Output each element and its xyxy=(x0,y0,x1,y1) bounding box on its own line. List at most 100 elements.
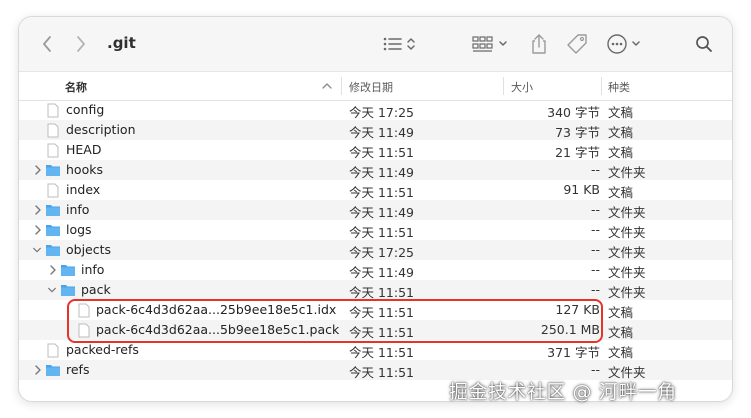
document-icon xyxy=(47,183,59,198)
folder-name: logs xyxy=(66,222,92,237)
list-view-icon xyxy=(383,37,415,51)
file-kind: 文件夹 xyxy=(608,225,646,240)
folder-row[interactable]: info 今天 11:49 -- 文件夹 xyxy=(19,200,732,220)
file-row[interactable]: HEAD 今天 11:51 21 字节 文稿 xyxy=(19,140,732,160)
share-icon xyxy=(532,34,546,54)
column-header-name[interactable]: 名称 xyxy=(65,79,87,95)
file-date: 今天 11:49 xyxy=(349,165,414,180)
watermark: 掘金技术社区 @ 河畔一角 xyxy=(449,381,677,403)
folder-name: info xyxy=(66,202,90,217)
file-row[interactable]: index 今天 11:51 91 KB 文稿 xyxy=(19,180,732,200)
file-size: -- xyxy=(590,242,600,257)
share-button[interactable] xyxy=(527,17,551,71)
column-divider[interactable] xyxy=(341,77,342,95)
folder-icon xyxy=(46,165,60,176)
folder-icon xyxy=(46,225,60,236)
file-size: -- xyxy=(590,282,600,297)
file-date: 今天 11:49 xyxy=(349,125,414,140)
toolbar: .git xyxy=(19,17,732,71)
tag-icon xyxy=(567,34,587,54)
file-size: -- xyxy=(590,262,600,277)
sort-ascending-icon xyxy=(322,83,332,89)
folder-name: refs xyxy=(66,362,90,377)
file-kind: 文稿 xyxy=(608,185,634,200)
folder-icon xyxy=(61,265,75,276)
window-title: .git xyxy=(107,34,136,52)
file-size: 73 字节 xyxy=(555,125,600,140)
file-kind: 文稿 xyxy=(608,345,634,360)
more-actions-button[interactable] xyxy=(605,17,647,71)
file-date: 今天 11:49 xyxy=(349,265,414,280)
forward-button[interactable] xyxy=(67,17,95,71)
file-kind: 文稿 xyxy=(608,145,634,160)
file-date: 今天 11:51 xyxy=(349,185,414,200)
document-icon xyxy=(47,343,59,358)
file-kind: 文件夹 xyxy=(608,165,646,180)
disclosure-right-icon[interactable] xyxy=(48,263,58,277)
group-button[interactable] xyxy=(471,17,513,71)
file-kind: 文稿 xyxy=(608,305,634,320)
file-date: 今天 11:51 xyxy=(349,225,414,240)
folder-name: info xyxy=(81,262,105,277)
back-button[interactable] xyxy=(33,17,61,71)
folder-icon xyxy=(61,285,75,296)
file-kind: 文件夹 xyxy=(608,265,646,280)
tag-button[interactable] xyxy=(563,17,591,71)
disclosure-right-icon[interactable] xyxy=(33,223,43,237)
file-size: 371 字节 xyxy=(547,345,600,360)
file-row[interactable]: config 今天 17:25 340 字节 文稿 xyxy=(19,100,732,120)
file-name: index xyxy=(66,182,101,197)
column-header-date[interactable]: 修改日期 xyxy=(349,79,393,95)
folder-icon xyxy=(46,365,60,376)
document-icon xyxy=(47,103,59,118)
file-row[interactable]: packed-refs 今天 11:51 371 字节 文稿 xyxy=(19,340,732,360)
folder-row[interactable]: hooks 今天 11:49 -- 文件夹 xyxy=(19,160,732,180)
file-date: 今天 11:51 xyxy=(349,345,414,360)
file-kind: 文稿 xyxy=(608,325,634,340)
column-header-bar: 名称 修改日期 大小 种类 xyxy=(19,71,732,101)
disclosure-right-icon[interactable] xyxy=(33,203,43,217)
folder-name: pack xyxy=(81,282,111,297)
view-mode-button[interactable] xyxy=(381,17,421,71)
file-row[interactable]: description 今天 11:49 73 字节 文稿 xyxy=(19,120,732,140)
folder-icon xyxy=(46,245,60,256)
file-size: 340 字节 xyxy=(547,105,600,120)
search-icon xyxy=(696,36,712,52)
folder-name: hooks xyxy=(66,162,103,177)
column-header-kind[interactable]: 种类 xyxy=(608,79,630,95)
file-kind: 文件夹 xyxy=(608,245,646,260)
folder-icon xyxy=(46,205,60,216)
folder-row[interactable]: pack 今天 11:51 -- 文件夹 xyxy=(19,280,732,300)
disclosure-down-icon[interactable] xyxy=(47,283,57,297)
document-icon xyxy=(47,123,59,138)
file-name: description xyxy=(66,122,136,137)
file-date: 今天 17:25 xyxy=(349,105,414,120)
column-divider[interactable] xyxy=(503,77,504,95)
file-size: 91 KB xyxy=(563,182,600,197)
disclosure-right-icon[interactable] xyxy=(33,363,43,377)
disclosure-down-icon[interactable] xyxy=(32,243,42,257)
file-size: -- xyxy=(590,362,600,377)
chevron-left-icon xyxy=(43,36,51,52)
file-kind: 文稿 xyxy=(608,105,634,120)
folder-name: objects xyxy=(66,242,112,257)
file-name: config xyxy=(66,102,105,117)
file-date: 今天 11:51 xyxy=(349,365,414,380)
grid-group-icon xyxy=(472,36,507,52)
highlight-box xyxy=(67,299,603,343)
folder-row[interactable]: logs 今天 11:51 -- 文件夹 xyxy=(19,220,732,240)
folder-row[interactable]: info 今天 11:49 -- 文件夹 xyxy=(19,260,732,280)
finder-window: .git 名称 修改日期 大小 种类 config 今天 17:25 340 字… xyxy=(18,16,733,402)
column-divider[interactable] xyxy=(601,77,602,95)
disclosure-right-icon[interactable] xyxy=(33,163,43,177)
file-date: 今天 11:51 xyxy=(349,145,414,160)
file-date: 今天 11:49 xyxy=(349,205,414,220)
file-size: -- xyxy=(590,222,600,237)
ellipsis-circle-icon xyxy=(607,34,640,54)
file-size: 21 字节 xyxy=(555,145,600,160)
file-size: -- xyxy=(590,162,600,177)
search-button[interactable] xyxy=(691,17,717,71)
folder-row[interactable]: objects 今天 17:25 -- 文件夹 xyxy=(19,240,732,260)
column-header-size[interactable]: 大小 xyxy=(511,79,533,95)
file-kind: 文件夹 xyxy=(608,205,646,220)
